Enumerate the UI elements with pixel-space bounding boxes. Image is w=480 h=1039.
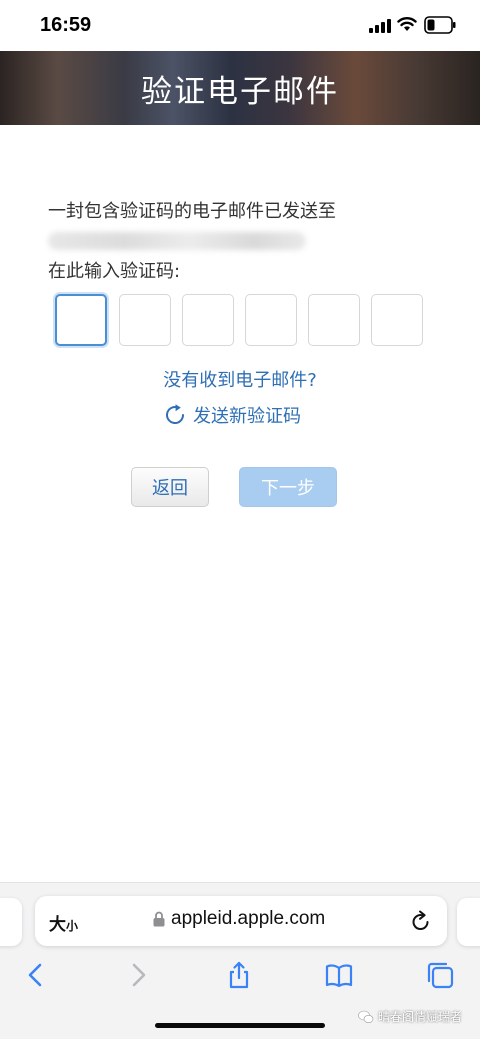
code-digit-input-3[interactable] bbox=[182, 294, 234, 346]
no-email-received-link[interactable]: 没有收到电子邮件? bbox=[0, 366, 480, 392]
url-display[interactable]: appleid.apple.com bbox=[153, 908, 325, 930]
share-icon[interactable] bbox=[225, 961, 253, 989]
page-title: 验证电子邮件 bbox=[141, 73, 339, 110]
home-indicator bbox=[155, 1023, 325, 1028]
code-digit-input-5[interactable] bbox=[308, 294, 360, 346]
cellular-signal-icon bbox=[369, 19, 391, 33]
battery-icon bbox=[424, 16, 456, 34]
wechat-icon bbox=[358, 1010, 374, 1023]
sent-to-message: 一封包含验证码的电子邮件已发送至 bbox=[48, 201, 336, 222]
previous-tab-preview[interactable] bbox=[0, 898, 22, 946]
reload-icon[interactable] bbox=[411, 910, 431, 932]
watermark-text: 晴春阁情赋瑞者 bbox=[378, 1010, 463, 1024]
next-tab-preview[interactable] bbox=[457, 898, 480, 946]
enter-code-label: 在此输入验证码: bbox=[48, 261, 181, 282]
page-header: 验证电子邮件 bbox=[0, 51, 480, 125]
code-digit-input-2[interactable] bbox=[119, 294, 171, 346]
redacted-email-address bbox=[48, 232, 306, 250]
status-time: 16:59 bbox=[40, 14, 92, 36]
url-text: appleid.apple.com bbox=[171, 908, 326, 929]
bookmarks-icon[interactable] bbox=[325, 961, 353, 989]
watermark: 晴春阁情赋瑞者 bbox=[358, 1008, 462, 1025]
resend-code-link[interactable]: 发送新验证码 bbox=[164, 402, 301, 428]
back-button[interactable]: 返回 bbox=[131, 467, 209, 507]
forward-icon[interactable] bbox=[124, 961, 152, 989]
code-digit-input-6[interactable] bbox=[371, 294, 423, 346]
code-digit-input-1[interactable] bbox=[55, 294, 107, 346]
address-bar[interactable]: 大小 appleid.apple.com bbox=[35, 896, 447, 946]
next-button[interactable]: 下一步 bbox=[239, 467, 337, 507]
text-size-small-glyph: 小 bbox=[66, 919, 79, 933]
back-icon[interactable] bbox=[22, 961, 50, 989]
lock-icon bbox=[153, 911, 165, 927]
resend-code-label: 发送新验证码 bbox=[193, 406, 301, 427]
text-size-button[interactable]: 大小 bbox=[49, 910, 78, 935]
tabs-icon[interactable] bbox=[426, 961, 454, 989]
refresh-icon bbox=[166, 404, 184, 424]
code-digit-input-4[interactable] bbox=[245, 294, 297, 346]
wifi-icon bbox=[397, 17, 417, 31]
text-size-large-glyph: 大 bbox=[49, 915, 66, 935]
status-bar: 16:59 bbox=[0, 0, 480, 51]
